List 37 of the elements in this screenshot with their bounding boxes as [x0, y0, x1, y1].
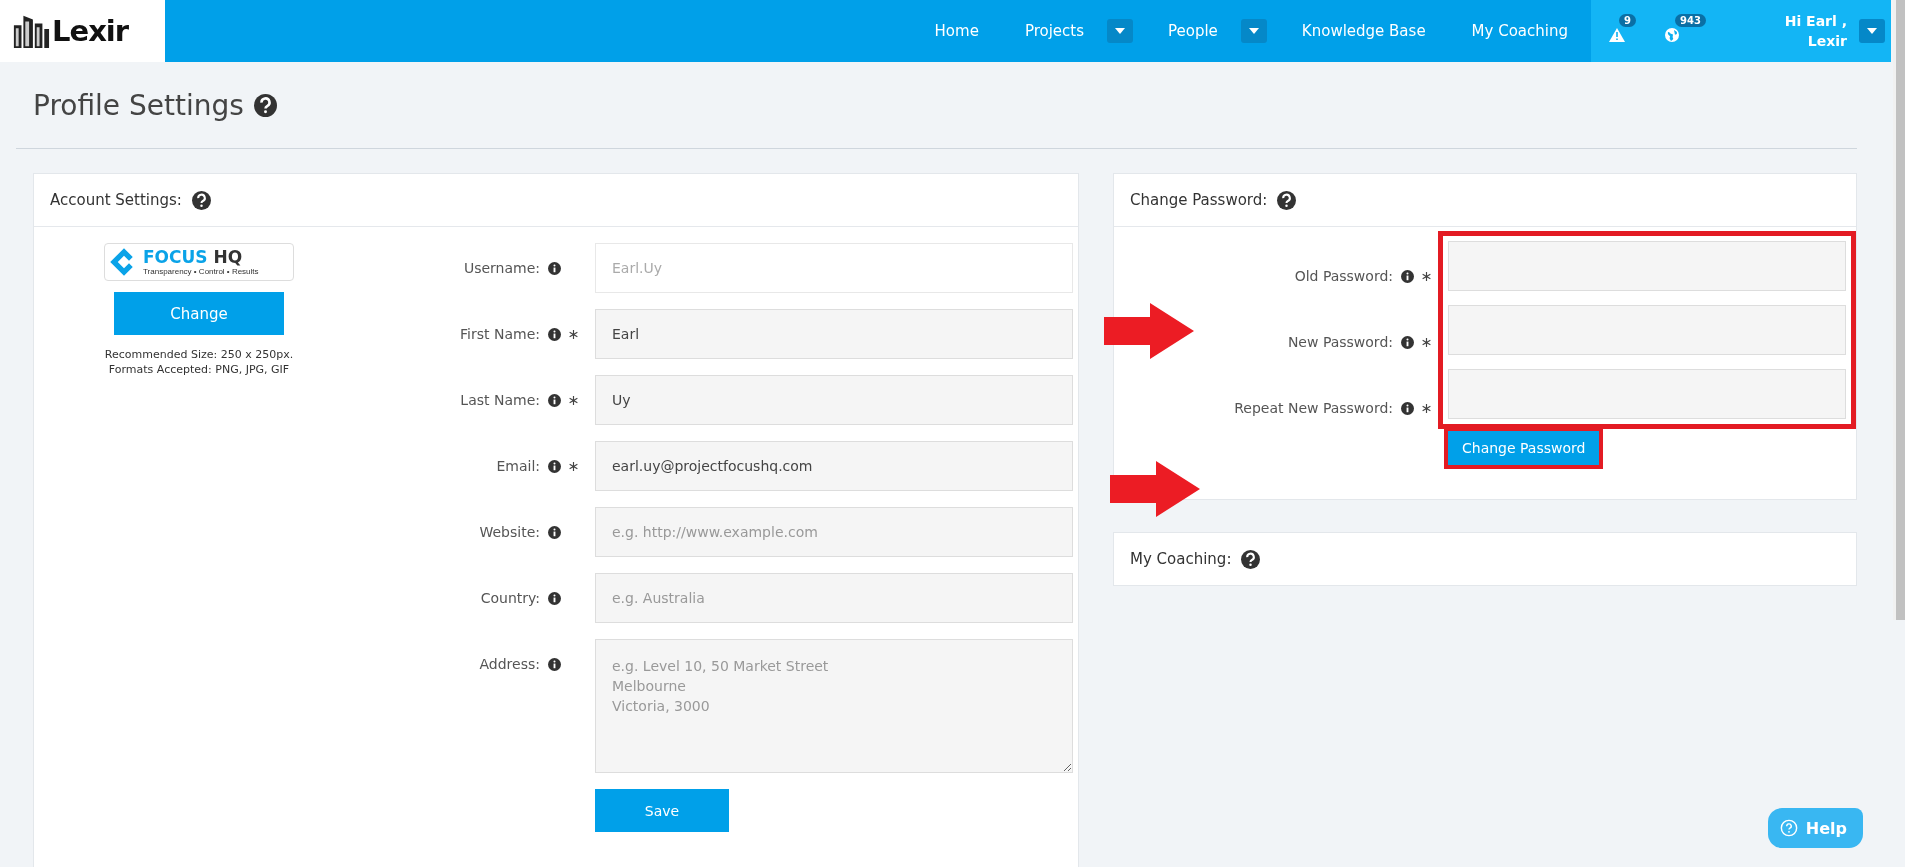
input-field[interactable]: e.g. http://www.example.com — [595, 507, 1073, 557]
input-field[interactable]: Earl — [595, 309, 1073, 359]
address-field[interactable]: e.g. Level 10, 50 Market Street Melbourne Victoria, 3000 — [595, 639, 1073, 773]
field-label: Repeat New Password: — [1234, 400, 1393, 416]
card-title: Change Password: — [1130, 191, 1268, 209]
nav-link[interactable]: People — [1145, 22, 1241, 40]
field-label: Website: — [479, 524, 540, 540]
help-button[interactable]: Help — [1767, 808, 1863, 848]
nav-link[interactable]: Knowledge Base — [1278, 22, 1449, 40]
alert-count-badge: 9 — [1619, 14, 1636, 27]
nav-link[interactable]: My Coaching — [1448, 22, 1591, 40]
field-label: Address: — [479, 656, 540, 672]
notification-count-badge: 943 — [1675, 14, 1706, 27]
input-field[interactable]: earl.uy@projectfocushq.com — [595, 441, 1073, 491]
field-label: Country: — [480, 590, 540, 606]
logo-text: Lexir — [52, 14, 129, 48]
card-title: Account Settings: — [50, 191, 182, 209]
field-label: Last Name: — [460, 392, 540, 408]
field-label: Email: — [496, 458, 540, 474]
user-name: Lexir — [1807, 32, 1847, 51]
field-label: Username: — [463, 260, 540, 276]
page-title: Profile Settings — [33, 88, 244, 122]
card-title: My Coaching: — [1130, 550, 1232, 568]
upload-hint: Formats Accepted: PNG, JPG, GIF — [108, 362, 290, 377]
field-label: New Password: — [1287, 334, 1393, 350]
company-logo: FOCUS HQ Transparency • Control • Results — [104, 243, 294, 281]
nav-link[interactable]: Home — [911, 22, 1002, 40]
field-label: Old Password: — [1294, 268, 1393, 284]
field-label: First Name: — [460, 326, 540, 342]
upload-hint: Recommended Size: 250 x 250px. — [104, 347, 294, 362]
user-greeting: Hi Earl , — [1784, 12, 1847, 31]
nav-link[interactable]: Projects — [1001, 22, 1107, 40]
change-password-button[interactable]: Change Password — [1448, 431, 1600, 465]
input-field[interactable]: Uy — [595, 375, 1073, 425]
change-logo-button[interactable]: Change — [114, 292, 284, 335]
input-field[interactable]: e.g. Australia — [595, 573, 1073, 623]
save-button[interactable]: Save — [595, 789, 729, 832]
